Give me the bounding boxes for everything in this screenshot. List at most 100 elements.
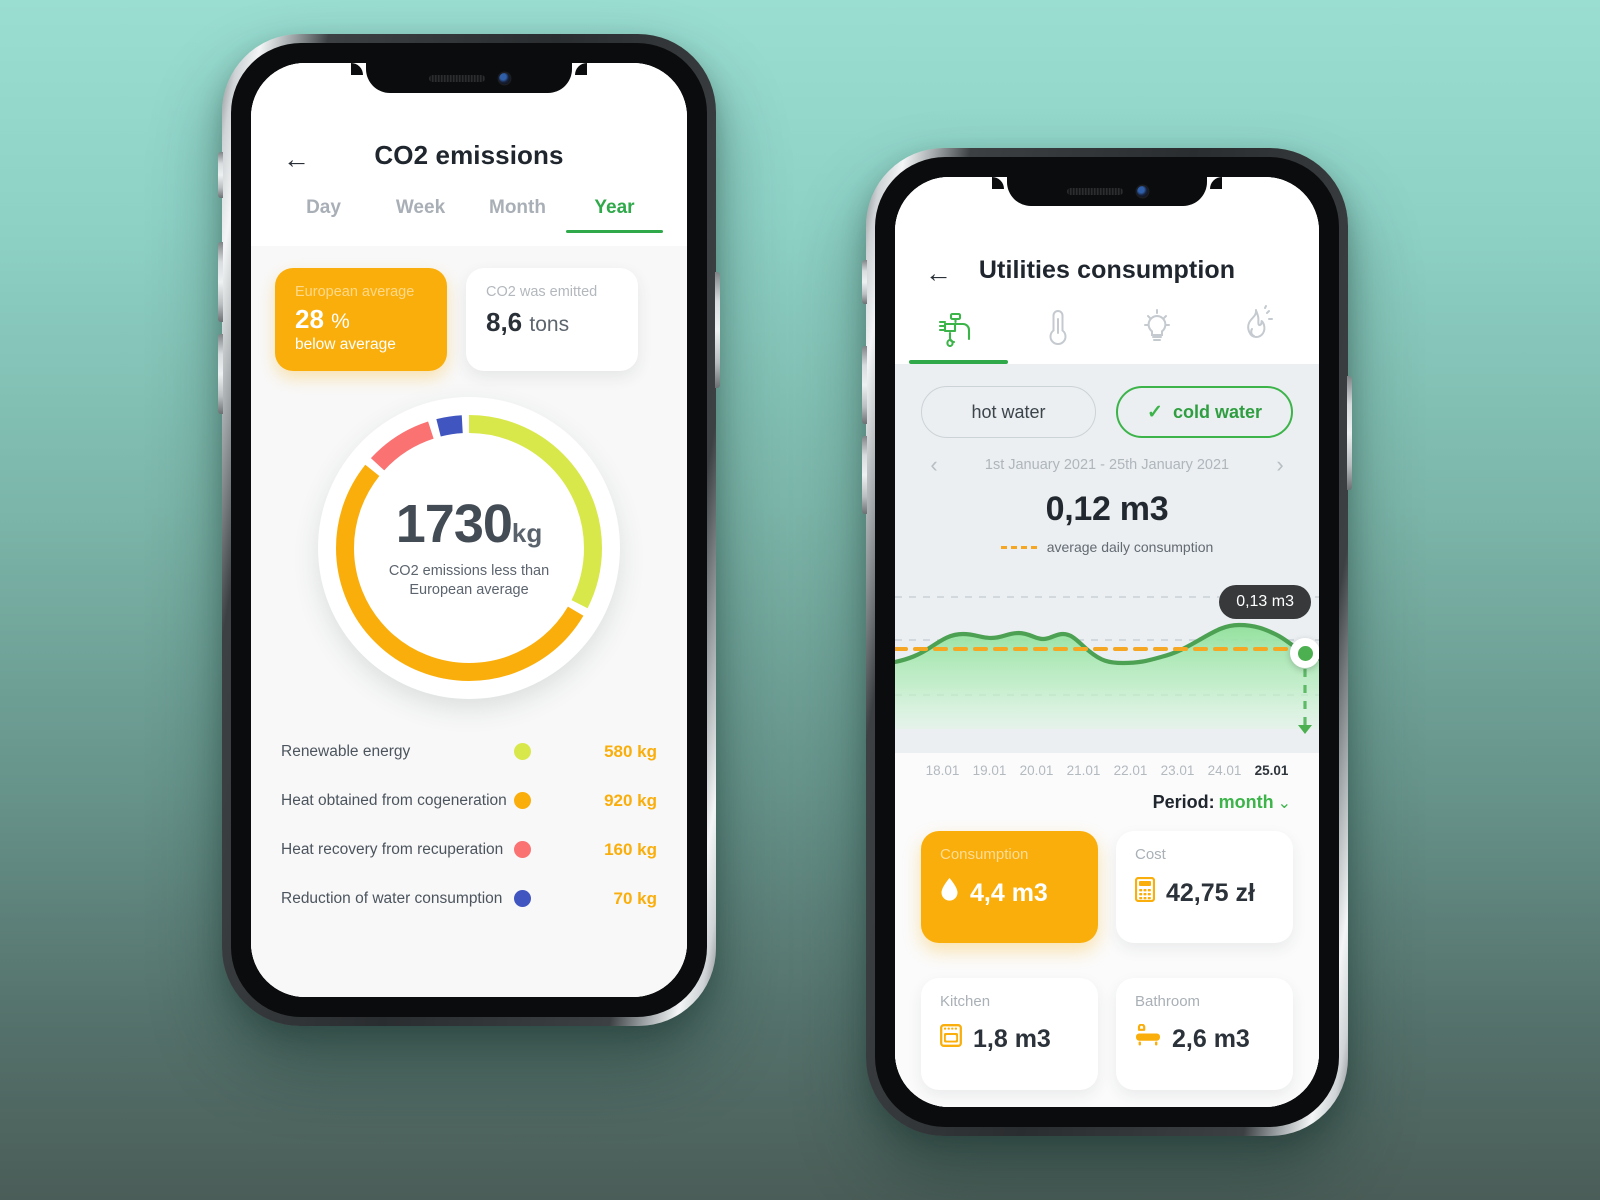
chevron-down-icon[interactable]: ⌄: [1278, 795, 1291, 812]
phone-bezel: ← CO2 emissions Day Week Month Year Euro…: [231, 43, 707, 1017]
card-label: Consumption: [940, 846, 1029, 863]
cost-card[interactable]: Cost 42,75 zł: [1116, 831, 1293, 943]
card-label: Cost: [1135, 846, 1166, 863]
tab-year[interactable]: Year: [566, 183, 663, 246]
silent-switch[interactable]: [218, 152, 223, 198]
european-average-card[interactable]: European average 28 % below average: [275, 268, 447, 372]
earpiece-speaker-icon: [1066, 188, 1123, 195]
marker-arrow-icon: [1298, 725, 1312, 734]
tab-underline: [275, 230, 372, 233]
chart-highlight-point[interactable]: [1290, 638, 1319, 668]
notch: [1007, 177, 1207, 206]
water-type-toggle: hot water ✓ cold water: [895, 364, 1319, 454]
metric-cards: Consumption 4,4 m3 Cost 42,75 zł Kitchen…: [895, 813, 1319, 1107]
volume-down-button[interactable]: [218, 334, 223, 414]
chevron-right-icon[interactable]: ›: [1267, 454, 1293, 476]
volume-up-button[interactable]: [218, 242, 223, 322]
tab-month-label: Month: [489, 197, 546, 218]
card-number: 8,6: [486, 307, 523, 337]
phone-screen: ← CO2 emissions Day Week Month Year Euro…: [251, 63, 687, 997]
period-selector[interactable]: Period: month ⌄: [895, 778, 1319, 813]
co2-app: ← CO2 emissions Day Week Month Year Euro…: [251, 63, 687, 997]
phone-utilities-consumption: ← Utilities consumption hot water ✓ cold…: [862, 148, 1352, 1136]
card-value: 8,6 tons: [486, 307, 618, 337]
legend-label: Heat recovery from recuperation: [281, 840, 504, 858]
donut-value: 1730kg: [396, 497, 542, 551]
consumption-card[interactable]: Consumption 4,4 m3: [921, 831, 1098, 943]
silent-switch[interactable]: [862, 260, 867, 304]
hot-water-button[interactable]: hot water: [921, 386, 1096, 438]
donut-number: 1730: [395, 494, 513, 555]
tab-underline: [372, 230, 469, 233]
card-value-row: 4,4 m3: [940, 877, 1079, 909]
card-value: 4,4 m3: [970, 878, 1048, 907]
legend-value: 580 kg: [604, 741, 657, 761]
utilities-app: ← Utilities consumption hot water ✓ cold…: [895, 177, 1319, 1107]
card-label: European average: [295, 284, 415, 300]
card-value: 28 %: [295, 305, 427, 333]
card-value: 2,6 m3: [1172, 1024, 1250, 1053]
donut-unit: kg: [511, 518, 543, 549]
donut-chart-wrap: 1730kg CO2 emissions less than European …: [275, 397, 663, 700]
legend-item: Heat obtained from cogeneration 920 kg: [281, 776, 657, 825]
faucet-icon: [937, 301, 981, 353]
chevron-left-icon[interactable]: ‹: [921, 454, 947, 476]
phone-co2-emissions: ← CO2 emissions Day Week Month Year Euro…: [218, 34, 720, 1026]
legend-item: Renewable energy 580 kg: [281, 727, 657, 776]
card-subtext: below average: [295, 336, 396, 354]
phone-bezel: ← Utilities consumption hot water ✓ cold…: [875, 157, 1339, 1127]
x-tick-active: 25.01: [1254, 763, 1289, 778]
legend-color-dot: [514, 792, 531, 810]
power-button[interactable]: [1347, 376, 1352, 490]
x-tick: 24.01: [1207, 763, 1242, 778]
co2-content: European average 28 % below average CO2 …: [251, 246, 687, 997]
co2-donut-chart: 1730kg CO2 emissions less than European …: [318, 397, 620, 700]
card-value-row: 42,75 zł: [1134, 876, 1274, 909]
co2-legend: Renewable energy 580 kg Heat obtained fr…: [275, 727, 663, 923]
date-range-nav: ‹ 1st January 2021 - 25th January 2021 ›: [895, 454, 1319, 476]
front-camera-icon: [1136, 186, 1148, 197]
power-button[interactable]: [715, 272, 720, 388]
page-title: Utilities consumption: [978, 256, 1236, 284]
legend-item: Reduction of water consumption 70 kg: [281, 874, 657, 923]
tab-year-label: Year: [594, 197, 635, 218]
hot-water-label: hot water: [971, 401, 1046, 422]
dashed-line-swatch: [1000, 545, 1037, 549]
consumption-area-chart: 0,13 m3: [895, 577, 1319, 753]
average-value: 0,12 m3: [1045, 490, 1169, 528]
tab-day[interactable]: Day: [275, 183, 372, 246]
tab-gas[interactable]: [1206, 295, 1305, 364]
tab-week[interactable]: Week: [372, 183, 469, 246]
volume-down-button[interactable]: [862, 436, 867, 514]
stove-icon: [940, 1024, 962, 1054]
card-unit: %: [331, 310, 350, 333]
tab-underline: [469, 230, 566, 233]
tab-heating[interactable]: [1008, 295, 1107, 364]
co2-emitted-card[interactable]: CO2 was emitted 8,6 tons: [466, 268, 638, 372]
chart-tooltip: 0,13 m3: [1219, 585, 1311, 619]
bathroom-card[interactable]: Bathroom 2,6 m3: [1116, 978, 1293, 1090]
lightbulb-icon: [1136, 301, 1178, 353]
tab-month[interactable]: Month: [469, 183, 566, 246]
notch: [366, 63, 572, 93]
average-legend-label: average daily consumption: [1046, 539, 1214, 555]
card-value: 42,75 zł: [1166, 878, 1255, 907]
x-tick: 18.01: [925, 763, 960, 778]
utility-type-tabs: [895, 295, 1319, 364]
card-unit: tons: [529, 313, 570, 336]
legend-color-dot: [514, 890, 531, 908]
tab-water[interactable]: [909, 295, 1008, 364]
legend-color-dot: [514, 841, 531, 859]
legend-item: Heat recovery from recuperation 160 kg: [281, 825, 657, 874]
tab-electricity[interactable]: [1107, 295, 1206, 364]
legend-label: Heat obtained from cogeneration: [281, 791, 507, 809]
donut-center: 1730kg CO2 emissions less than European …: [318, 397, 620, 699]
bathtub-icon: [1135, 1023, 1161, 1054]
card-value-row: 1,8 m3: [940, 1024, 1079, 1054]
cold-water-button[interactable]: ✓ cold water: [1116, 386, 1293, 438]
volume-up-button[interactable]: [862, 346, 867, 424]
legend-value: 920 kg: [604, 790, 657, 810]
kitchen-card[interactable]: Kitchen 1,8 m3: [921, 978, 1098, 1090]
cold-water-label: cold water: [1172, 401, 1262, 422]
card-label: CO2 was emitted: [486, 284, 598, 300]
